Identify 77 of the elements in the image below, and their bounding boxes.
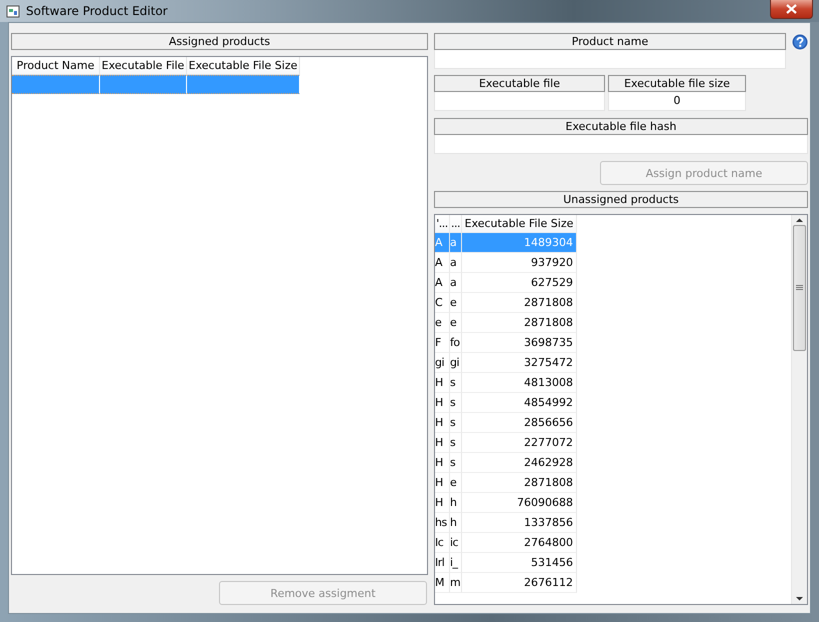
table-cell: s — [450, 373, 462, 393]
table-cell: a — [450, 273, 462, 293]
table-cell: H — [435, 373, 450, 393]
scroll-thumb[interactable] — [793, 225, 806, 351]
table-cell: 4813008 — [462, 373, 577, 393]
table-cell: H — [435, 413, 450, 433]
table-cell: fo — [450, 333, 462, 353]
table-cell: 2856656 — [462, 413, 577, 433]
help-icon[interactable] — [792, 34, 808, 50]
table-cell: A — [435, 273, 450, 293]
table-cell: i_ — [450, 553, 462, 573]
table-cell: H — [435, 433, 450, 453]
section-header: Assigned products — [11, 33, 428, 50]
table-cell: e — [450, 313, 462, 333]
table-cell: m — [450, 573, 462, 593]
table-cell: s — [450, 393, 462, 413]
table-cell: 3275472 — [462, 353, 577, 373]
table-cell: 2462928 — [462, 453, 577, 473]
table-cell: 2871808 — [462, 473, 577, 493]
field-label: Executable file — [434, 75, 605, 92]
table-cell: 2871808 — [462, 313, 577, 333]
scrollbar[interactable] — [791, 215, 807, 604]
table-cell: H — [435, 473, 450, 493]
table-cell: e — [435, 313, 450, 333]
field-label: Executable file hash — [434, 118, 808, 135]
column-header[interactable]: '... — [435, 215, 450, 233]
column-header[interactable]: ... — [450, 215, 462, 233]
table-cell: 531456 — [462, 553, 577, 573]
executable-file-size-field[interactable]: 0 — [608, 92, 746, 111]
table-cell: C — [435, 293, 450, 313]
table-cell: h — [450, 493, 462, 513]
close-icon — [786, 4, 797, 14]
table-cell: ic — [450, 533, 462, 553]
table-cell: Ic — [435, 533, 450, 553]
table-cell: s — [450, 453, 462, 473]
field-label: Executable file size — [608, 75, 746, 92]
table-cell: e — [450, 293, 462, 313]
table-cell: H — [435, 493, 450, 513]
table-cell: 937920 — [462, 253, 577, 273]
table-cell: e — [450, 473, 462, 493]
table-cell: s — [450, 433, 462, 453]
column-header[interactable]: Executable File Size — [187, 57, 300, 75]
table-cell: 627529 — [462, 273, 577, 293]
table-cell: 76090688 — [462, 493, 577, 513]
table-cell: h — [450, 513, 462, 533]
table-cell: 2676112 — [462, 573, 577, 593]
table-cell: a — [450, 253, 462, 273]
table-cell: H — [435, 393, 450, 413]
table-cell: gi — [435, 353, 450, 373]
table-cell: A — [435, 233, 450, 253]
table-cell: a — [450, 233, 462, 253]
table-cell: A — [435, 253, 450, 273]
executable-file-hash-field[interactable] — [434, 135, 808, 154]
column-header[interactable]: Product Name — [12, 57, 100, 75]
table-cell: 2277072 — [462, 433, 577, 453]
table-cell: H — [435, 453, 450, 473]
column-header[interactable]: Executable File Size — [462, 215, 577, 233]
table-cell: 4854992 — [462, 393, 577, 413]
window-icon — [6, 4, 20, 18]
table-cell: Irl — [435, 553, 450, 573]
table-cell: s — [450, 413, 462, 433]
table-cell: 2764800 — [462, 533, 577, 553]
table-cell: 1337856 — [462, 513, 577, 533]
table-cell: gi — [450, 353, 462, 373]
table-cell: 2871808 — [462, 293, 577, 313]
table-cell: hs — [435, 513, 450, 533]
column-header[interactable]: Executable File — [100, 57, 187, 75]
product-name-field[interactable] — [434, 50, 786, 69]
field-label: Product name — [434, 33, 786, 50]
table-cell: M — [435, 573, 450, 593]
section-header: Unassigned products — [434, 191, 808, 208]
table-cell: F — [435, 333, 450, 353]
table-cell: 1489304 — [462, 233, 577, 253]
executable-file-field[interactable] — [434, 92, 605, 111]
table-cell: 3698735 — [462, 333, 577, 353]
close-button[interactable] — [770, 0, 813, 19]
window-title: Software Product Editor — [26, 4, 168, 18]
